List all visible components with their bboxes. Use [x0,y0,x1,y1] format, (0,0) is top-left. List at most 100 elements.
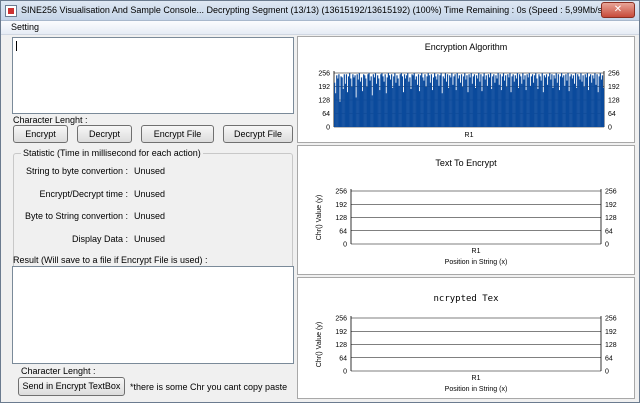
stat-value: Unused [134,189,166,199]
data-bar [415,76,417,127]
y-tick-label-right: 192 [605,202,617,209]
data-bar [383,81,385,127]
decrypt-button[interactable]: Decrypt [77,125,132,143]
data-bar [574,73,577,127]
data-bar [366,86,368,127]
data-bar [537,89,539,127]
chart-panel-text-to-encrypt: Text To Encrypt 0 0 64 64 128 128 192 192 256 256… [297,145,635,275]
data-bar [513,81,515,127]
app-icon [5,5,17,17]
data-bar [363,74,365,127]
data-bar [535,73,537,127]
y-tick-label-right: 128 [605,342,617,349]
input-textarea[interactable] [12,37,294,114]
data-bar [384,74,386,127]
title-bar: SINE256 Visualisation And Sample Console… [1,1,639,21]
menu-setting[interactable]: Setting [11,22,39,32]
data-bar [482,76,484,127]
left-pane: Character Lenght : Encrypt Decrypt Encry… [10,36,294,399]
chart-panel-encrypted-text: ncrypted Tex 0 0 64 64 128 128 192 192 256 256 R1 P… [297,277,635,399]
y-tick-label-right: 128 [605,215,617,222]
data-bar [523,79,525,127]
data-bar [457,78,459,127]
data-bar [404,78,407,127]
close-button[interactable]: ✕ [601,2,635,18]
data-bar [559,76,562,127]
y-tick-label-left: 128 [335,215,347,222]
data-bar [414,79,416,127]
data-bar [469,77,471,127]
data-bar [465,79,467,127]
data-bar [492,76,494,127]
data-bar [531,74,534,127]
data-bar [435,76,437,127]
data-bar [335,93,337,127]
text-to-encrypt-chart: 0 0 64 64 128 128 192 192 256 256 R1 Position in St… [316,189,617,267]
data-bar [555,73,557,127]
data-bar [488,77,491,127]
chart-panel-encryption-algorithm: Encryption Algorithm 0 0 64 64 128 128 192 192 2… [297,36,635,143]
data-bar [459,82,462,127]
data-bar [417,74,420,127]
data-bar [440,73,442,127]
data-bar [379,90,381,127]
data-bar [455,90,457,127]
x-axis-label: Position in String (x) [445,386,508,393]
data-bar [485,75,487,127]
data-bar [511,76,513,127]
data-bar [397,78,399,127]
data-bar [565,74,567,127]
decrypt-file-button[interactable]: Decrypt File [223,125,293,143]
data-bar [398,85,400,127]
y-tick-label-left: 256 [318,71,330,78]
data-bar [337,78,339,127]
y-tick-label-left: 256 [335,316,347,323]
data-bar [351,86,353,127]
data-bar [573,83,576,127]
y-tick-label-left: 256 [335,189,347,196]
data-bar [377,75,379,127]
data-bar [400,73,402,127]
data-bar [466,75,468,127]
stat-value: Unused [134,211,166,221]
data-bar [582,75,584,127]
data-bar [395,82,397,127]
y-tick-label-right: 0 [605,369,609,376]
data-bar [501,76,504,127]
data-bar [368,73,370,127]
encrypt-file-button[interactable]: Encrypt File [141,125,214,143]
data-bar [458,75,461,127]
send-to-encrypt-button[interactable]: Send in Encrypt TextBox [18,377,125,396]
y-tick-label-left: 64 [339,228,347,235]
data-bar [416,84,419,127]
y-tick-label-left: 192 [335,202,347,209]
data-bar [453,76,455,127]
stat-row-string-to-byte: String to byte convertion : Unused [14,166,292,178]
data-bar [411,74,413,127]
data-bar [591,82,593,127]
data-bar [450,77,452,127]
y-tick-label-right: 64 [605,355,613,362]
data-bar [431,90,434,127]
result-textarea[interactable] [12,266,294,364]
data-bar [549,73,551,127]
data-bar [585,77,587,127]
data-bar [378,78,380,127]
data-bar [579,79,581,127]
data-bar [371,95,373,127]
data-bar [420,75,422,127]
data-bar [506,86,508,127]
statistic-title: Statistic (Time in millisecond for each … [21,148,203,158]
encrypt-button[interactable]: Encrypt [13,125,68,143]
data-bar [581,81,583,127]
data-bar [502,73,505,127]
data-bar [407,73,409,127]
data-bar [538,74,540,127]
data-bar [545,74,548,127]
data-bar [425,86,427,127]
data-bar [421,73,423,127]
data-bar [463,76,465,127]
data-bar [576,87,578,127]
data-bar [373,77,376,127]
data-bar [592,75,594,127]
